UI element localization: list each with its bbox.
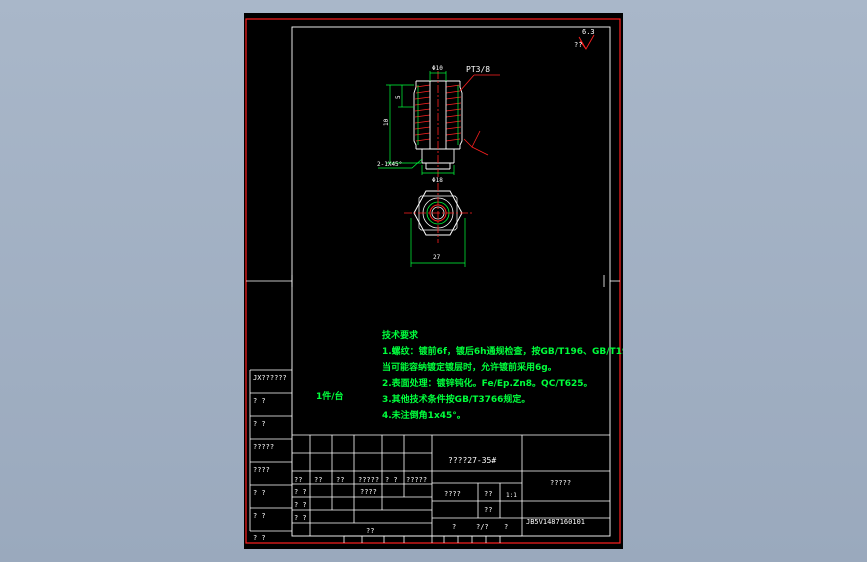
left-column-label: ? ? bbox=[253, 397, 266, 405]
dim-bottom-label: Φ18 bbox=[432, 177, 443, 184]
notes-title: 技术要求 bbox=[382, 329, 419, 341]
row1-6: ????? bbox=[406, 476, 427, 484]
note-line-4: 3.其他技术条件按GB/T3766规定。 bbox=[382, 393, 530, 405]
drawing-sheet: JX??????? ?? ??????????? ?? ?? ? Φ10 PT3… bbox=[244, 13, 623, 549]
sheet-2: ?/? bbox=[476, 523, 489, 531]
row4-2: ?? bbox=[366, 527, 374, 535]
note-line-3: 2.表面处理：镀锌钝化。Fe/Ep.Zn8。QC/T625。 bbox=[382, 377, 593, 389]
row1-2: ?? bbox=[314, 476, 322, 484]
row2-2: ???? bbox=[360, 488, 377, 496]
row3-1: ? ? bbox=[294, 501, 307, 509]
left-column-label: ? ? bbox=[253, 420, 266, 428]
cad-drawing: JX??????? ?? ??????????? ?? ?? ? Φ10 PT3… bbox=[245, 18, 623, 544]
row1-1: ?? bbox=[294, 476, 302, 484]
part-name: ????27-35# bbox=[448, 456, 496, 465]
meta-2: ?? bbox=[484, 490, 492, 498]
technical-notes: 技术要求 1.螺纹：镀前6f，镀后6h通规检查，按GB/T196、GB/T197… bbox=[316, 329, 623, 421]
meta-3: ?? bbox=[484, 506, 492, 514]
left-column-label: JX?????? bbox=[253, 374, 287, 382]
dim-top-label: Φ10 bbox=[432, 65, 443, 72]
row1-4: ????? bbox=[358, 476, 379, 484]
row4-1: ? ? bbox=[294, 514, 307, 522]
title-block bbox=[292, 434, 610, 543]
sheet-3: ? bbox=[504, 523, 508, 531]
roughness-symbol: ?? 6.3 bbox=[574, 28, 595, 50]
hex-view: 27 bbox=[404, 183, 472, 267]
meta-1: ???? bbox=[444, 490, 461, 498]
left-column-label: ? ? bbox=[253, 534, 266, 542]
dim-small-label: 5 bbox=[395, 95, 402, 99]
scale-label: 1:1 bbox=[506, 492, 517, 499]
quantity-label: 1件/台 bbox=[316, 390, 344, 402]
dim-height-label: 10 bbox=[383, 118, 390, 126]
roughness-prefix: ?? bbox=[574, 41, 582, 49]
drawing-number: JB5V1487160101 bbox=[526, 518, 585, 526]
row2-1: ? ? bbox=[294, 488, 307, 496]
left-column-labels: JX?????? ? ? ? ?????????? ? ? ? ? ? ? bbox=[253, 374, 287, 542]
hex-width-label: 27 bbox=[433, 254, 441, 261]
roughness-value: 6.3 bbox=[582, 28, 595, 36]
left-column-label: ? ? bbox=[253, 512, 266, 520]
outer-border bbox=[245, 18, 621, 544]
thread-label: PT3/8 bbox=[466, 65, 490, 74]
chamfer-label: 2-1X45° bbox=[377, 161, 402, 168]
note-line-1: 1.螺纹：镀前6f，镀后6h通规检查，按GB/T196、GB/T197定。 bbox=[382, 345, 623, 357]
left-column-label: ? ? bbox=[253, 489, 266, 497]
sheet-1: ? bbox=[452, 523, 456, 531]
note-line-5: 4.未注倒角1x45°。 bbox=[382, 409, 466, 421]
row1-3: ?? bbox=[336, 476, 344, 484]
left-column-label: ????? bbox=[253, 443, 274, 451]
left-column-label: ???? bbox=[253, 466, 270, 474]
note-line-2: 当可能容纳镀定镀层时，允许镀前采用6g。 bbox=[382, 361, 557, 373]
title-right-top: ????? bbox=[550, 479, 571, 487]
section-view: Φ10 PT3/8 10 5 Φ18 2-1X45° bbox=[377, 65, 500, 184]
row1-5: ? ? bbox=[385, 476, 398, 484]
